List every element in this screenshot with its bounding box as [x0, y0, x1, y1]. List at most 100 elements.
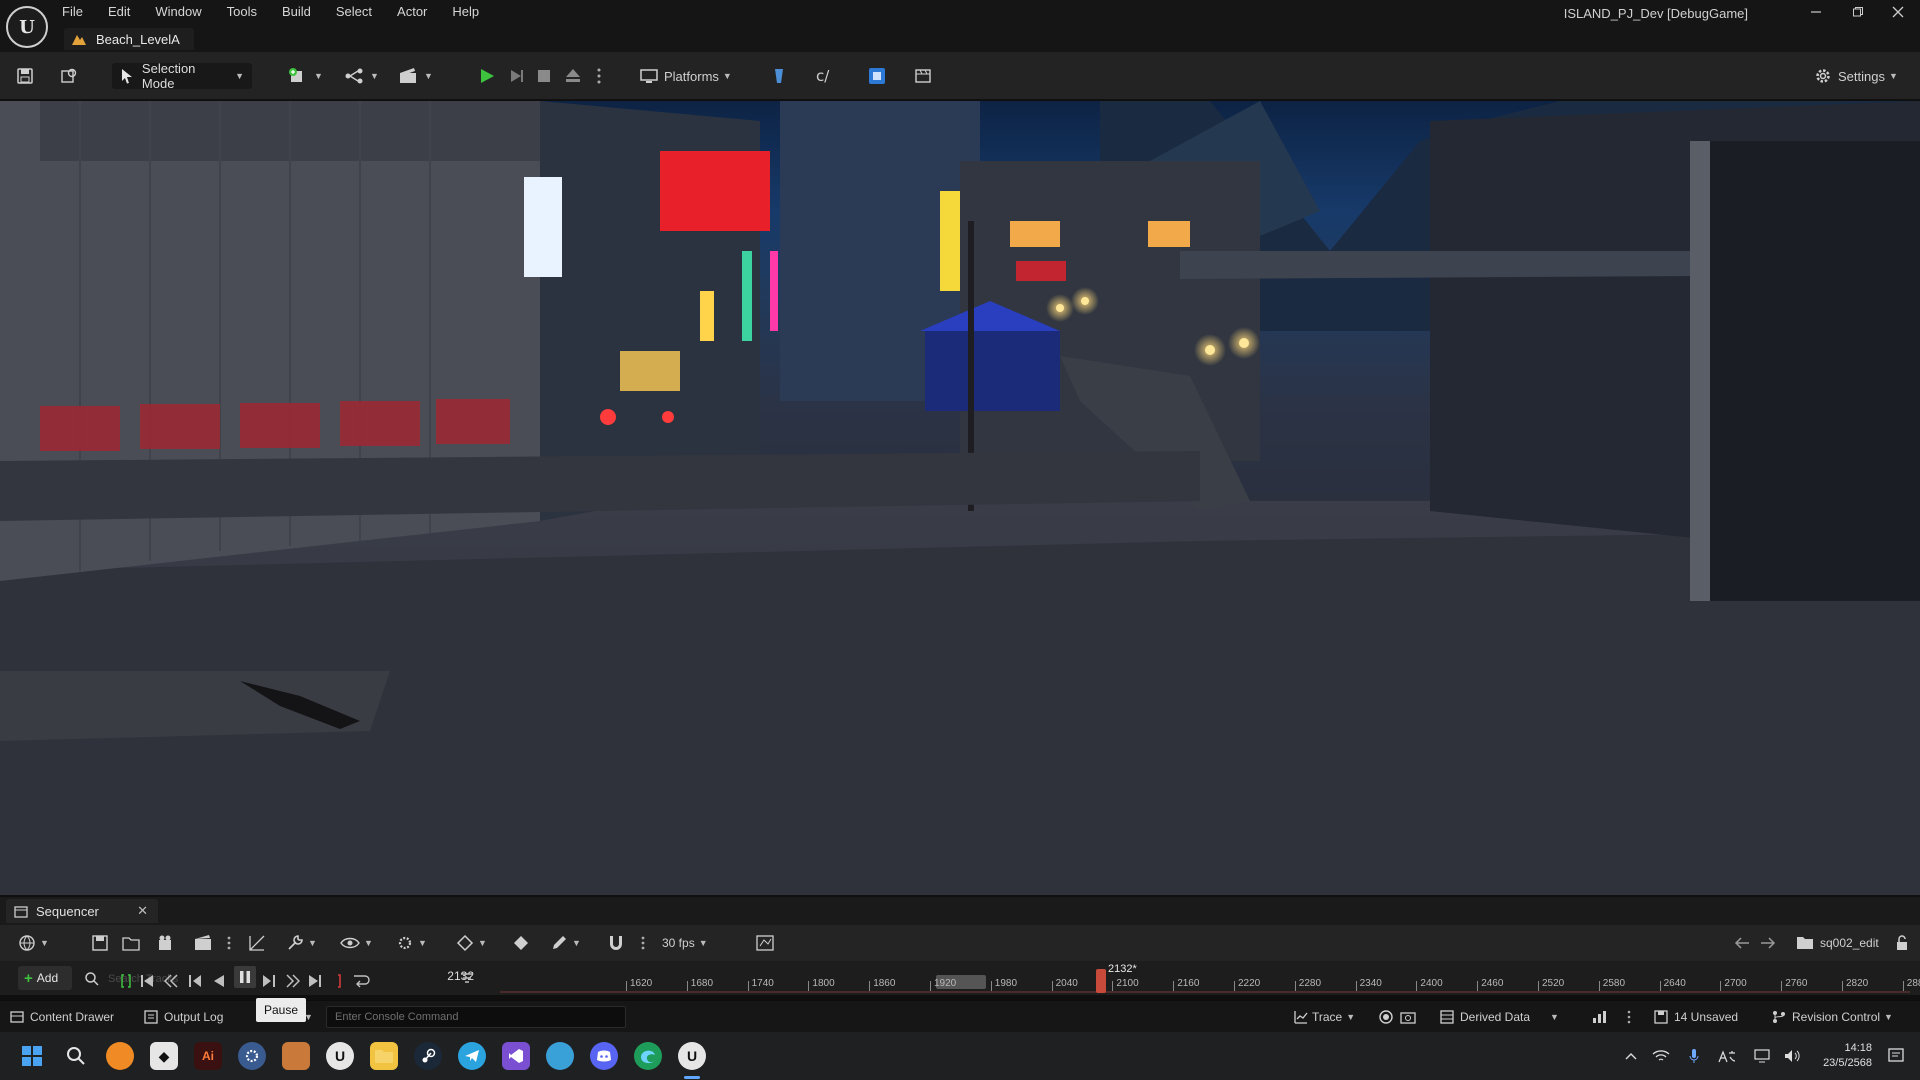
- volume-icon[interactable]: [1782, 1042, 1804, 1070]
- level-tab[interactable]: Beach_LevelA: [64, 28, 194, 50]
- close-window-icon[interactable]: [1878, 0, 1918, 24]
- minimize-icon[interactable]: [1796, 0, 1836, 24]
- network-icon[interactable]: [1650, 1042, 1672, 1070]
- edge-icon[interactable]: [634, 1042, 662, 1070]
- restore-icon[interactable]: [1838, 0, 1878, 24]
- display-icon[interactable]: [1752, 1042, 1774, 1070]
- add-track-button[interactable]: + Add: [18, 966, 72, 990]
- world-icon[interactable]: ▼: [18, 931, 49, 955]
- key-icon[interactable]: ▼: [456, 931, 487, 955]
- unreal-taskbar-icon[interactable]: U: [326, 1042, 354, 1070]
- discord-icon[interactable]: [590, 1042, 618, 1070]
- next-key-icon[interactable]: [286, 969, 300, 993]
- eye-icon[interactable]: ▼: [340, 931, 373, 955]
- fps-dropdown[interactable]: 30 fps ▼: [662, 931, 708, 955]
- render-movie-icon[interactable]: [194, 931, 212, 955]
- blender-icon[interactable]: [106, 1042, 134, 1070]
- windows-start-icon[interactable]: [18, 1042, 46, 1070]
- add-key-icon[interactable]: [512, 931, 530, 955]
- play-reverse-icon[interactable]: [212, 969, 226, 993]
- unreal-logo-icon[interactable]: U: [6, 6, 48, 48]
- telegram-icon[interactable]: [458, 1042, 486, 1070]
- playback-options-icon[interactable]: ▼: [396, 931, 427, 955]
- menu-select[interactable]: Select: [336, 0, 372, 24]
- menu-file[interactable]: File: [62, 0, 83, 24]
- settings-dropdown[interactable]: Settings ▼: [1814, 64, 1898, 88]
- cinematics-icon[interactable]: ▼: [398, 64, 433, 88]
- file-explorer-icon[interactable]: [370, 1042, 398, 1070]
- more-options-icon[interactable]: [596, 64, 602, 88]
- loop-icon[interactable]: [350, 969, 370, 993]
- snap-magnet-icon[interactable]: [608, 931, 624, 955]
- pen-icon[interactable]: ▼: [550, 931, 581, 955]
- play-icon[interactable]: [478, 64, 496, 88]
- notification-icon[interactable]: [1884, 1042, 1908, 1070]
- blueprint-icon[interactable]: ▼: [344, 64, 379, 88]
- record-icon[interactable]: [120, 969, 132, 993]
- filter-icon[interactable]: [460, 967, 474, 991]
- build-stats-icon[interactable]: [1592, 1007, 1608, 1027]
- pause-button[interactable]: [234, 966, 256, 988]
- step-forward-icon[interactable]: [262, 969, 276, 993]
- add-actor-icon[interactable]: ▼: [288, 64, 323, 88]
- more-options-icon[interactable]: [226, 931, 232, 955]
- search-icon[interactable]: [62, 1042, 90, 1070]
- output-log-button[interactable]: Output Log: [144, 1007, 223, 1027]
- code-icon[interactable]: c/: [816, 64, 836, 88]
- save-icon[interactable]: [16, 64, 34, 88]
- console-command-input[interactable]: Enter Console Command: [326, 1006, 626, 1028]
- sequencer-tab[interactable]: Sequencer ✕: [6, 899, 158, 923]
- menu-window[interactable]: Window: [155, 0, 201, 24]
- time-ruler[interactable]: 1620 1680 1740 1800 1860 1920 1980 2040 2100 2160…: [500, 961, 1920, 995]
- end-marker-icon[interactable]: [332, 969, 342, 993]
- content-drawer-button[interactable]: Content Drawer: [10, 1007, 114, 1027]
- source-control-icon[interactable]: [770, 64, 788, 88]
- tray-chevron-icon[interactable]: [1622, 1042, 1640, 1070]
- wrench-icon[interactable]: ▼: [286, 931, 317, 955]
- level-viewport[interactable]: [0, 101, 1920, 895]
- lock-icon[interactable]: [1896, 931, 1908, 955]
- jump-to-end-icon[interactable]: [308, 969, 322, 993]
- input-language-icon[interactable]: [1716, 1042, 1738, 1070]
- record-trace-icon[interactable]: [1378, 1007, 1394, 1027]
- microphone-icon[interactable]: [1684, 1042, 1704, 1070]
- save-sequence-icon[interactable]: [92, 931, 108, 955]
- menu-actor[interactable]: Actor: [397, 0, 427, 24]
- settings-app-icon[interactable]: [238, 1042, 266, 1070]
- camera-icon[interactable]: [158, 931, 176, 955]
- trace-dropdown[interactable]: Trace ▼: [1294, 1007, 1355, 1027]
- more-options-icon[interactable]: [640, 931, 646, 955]
- steam-icon[interactable]: [414, 1042, 442, 1070]
- menu-tools[interactable]: Tools: [227, 0, 257, 24]
- playhead[interactable]: [1096, 969, 1106, 993]
- previous-key-icon[interactable]: [164, 969, 178, 993]
- sequence-breadcrumb[interactable]: sq002_edit: [1796, 931, 1879, 955]
- find-asset-icon[interactable]: [122, 931, 140, 955]
- stop-icon[interactable]: [536, 64, 552, 88]
- system-clock[interactable]: 14:18 23/5/2568: [1823, 1041, 1872, 1071]
- menu-build[interactable]: Build: [282, 0, 311, 24]
- menu-help[interactable]: Help: [452, 0, 479, 24]
- eject-icon[interactable]: [564, 64, 582, 88]
- layout-icon[interactable]: [868, 64, 886, 88]
- close-tab-icon[interactable]: ✕: [137, 903, 148, 919]
- forward-arrow-icon[interactable]: [1760, 931, 1776, 955]
- curve-editor-icon[interactable]: [248, 931, 266, 955]
- browse-icon[interactable]: [60, 64, 78, 88]
- illustrator-icon[interactable]: Ai: [194, 1042, 222, 1070]
- jump-to-start-icon[interactable]: [140, 969, 154, 993]
- unsaved-button[interactable]: 14 Unsaved: [1654, 1007, 1738, 1027]
- time-settings-icon[interactable]: [756, 931, 774, 955]
- derived-data-dropdown[interactable]: Derived Data ▼: [1440, 1007, 1559, 1027]
- visual-studio-icon[interactable]: [502, 1042, 530, 1070]
- unity-icon[interactable]: ◆: [150, 1042, 178, 1070]
- menu-edit[interactable]: Edit: [108, 0, 130, 24]
- app-icon[interactable]: [282, 1042, 310, 1070]
- film-icon[interactable]: [914, 64, 932, 88]
- step-icon[interactable]: [508, 64, 526, 88]
- app-blue-icon[interactable]: [546, 1042, 574, 1070]
- revision-control-dropdown[interactable]: Revision Control ▼: [1772, 1007, 1893, 1027]
- unreal-active-icon[interactable]: U: [678, 1042, 706, 1070]
- step-back-icon[interactable]: [188, 969, 202, 993]
- more-options-icon[interactable]: [1626, 1007, 1632, 1027]
